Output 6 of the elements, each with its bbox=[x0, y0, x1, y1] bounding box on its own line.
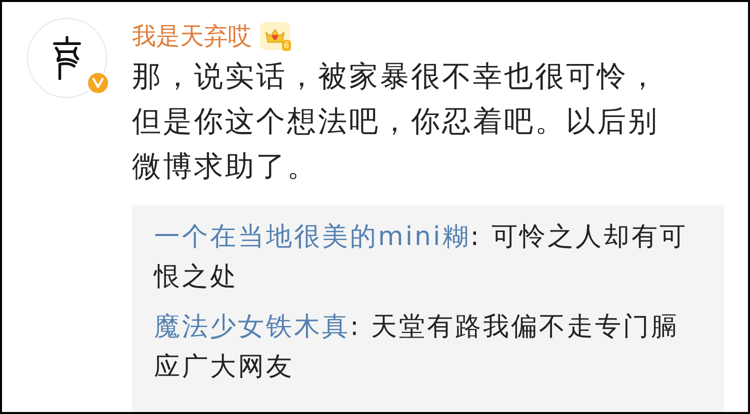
reply-text: 魔法少女铁木真: 天堂有路我偏不走专门膈应广大网友 bbox=[154, 311, 680, 384]
avatar[interactable] bbox=[27, 18, 107, 98]
member-crown-badge: 6 bbox=[260, 22, 290, 50]
comment-text: 那，说实话，被家暴很不幸也很可怜，但是你这个想法吧，你忍着吧。以后别微博求助了。 bbox=[132, 58, 660, 185]
username[interactable]: 我是天弃哎 bbox=[132, 20, 252, 52]
reply-text: 一个在当地很美的mini糊: 可怜之人却有可恨之处 bbox=[154, 221, 688, 294]
